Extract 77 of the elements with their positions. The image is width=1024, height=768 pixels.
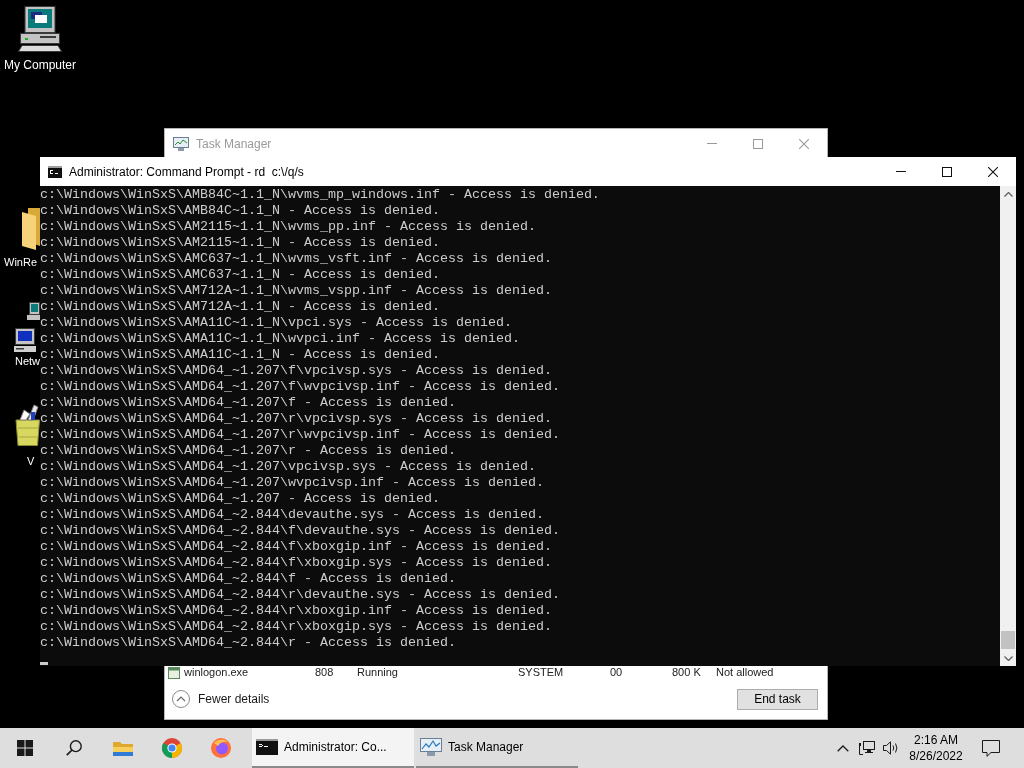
console-line: c:\Windows\WinSxS\AMA11C~1.1_N - Access is denied. — [40, 347, 441, 362]
folder-icon — [112, 740, 133, 756]
table-cell-text: SYSTEM — [518, 666, 565, 679]
monitor-icon — [859, 741, 875, 755]
fewer-details-button[interactable]: Fewer details — [172, 690, 270, 708]
console-line: c:\Windows\WinSxS\AMD64_~1.207\r\vpcivsp.sys - Access is denied. — [40, 411, 553, 427]
table-cell-text: Running — [357, 666, 399, 679]
computer-icon[interactable] — [18, 6, 62, 52]
maximize-icon — [942, 166, 952, 177]
desktop-icon-label[interactable]: WinRe — [4, 255, 37, 270]
console-line: c:\Windows\WinSxS\AMD64_~1.207\f - Access is denied. — [40, 395, 457, 411]
clock-time[interactable]: 2:16 AM — [914, 732, 958, 748]
maximize-icon — [753, 138, 763, 149]
console-line: c:\Windows\WinSxS\AM712A~1.1_N\wvms_vspp.inf - Access is denied. — [40, 283, 553, 299]
window-icon — [168, 666, 180, 679]
terminal-icon — [256, 739, 278, 755]
globe-icon — [210, 738, 231, 758]
console-line: c:\Windows\WinSxS\AMD64_~2.844\f - Access is denied. — [40, 571, 457, 587]
console-line: c:\Windows\WinSxS\AMB84C~1.1_N\wvms_mp_windows.inf - Access is denied. — [40, 187, 601, 203]
table-cell-text: winlogon.exe — [184, 666, 250, 679]
minimize-icon — [707, 143, 717, 144]
minimize-icon — [896, 171, 906, 172]
chevron-up-circle-icon — [172, 690, 190, 708]
taskbar-button[interactable]: Task Manager — [416, 728, 578, 768]
basket-icon[interactable] — [14, 404, 40, 446]
console-line: c:\Windows\WinSxS\AMD64_~1.207\r\wvpcivsp.inf - Access is denied. — [40, 427, 561, 443]
console-line: c:\Windows\WinSxS\AMA11C~1.1_N\vpci.sys - Access is denied. — [40, 315, 513, 331]
table-cell-text: Not allowed — [716, 666, 775, 679]
search-icon — [65, 740, 82, 756]
pinwheel-circle-icon — [161, 738, 182, 758]
taskbar-button[interactable]: Administrator: Co... — [252, 728, 414, 768]
console-line: c:\Windows\WinSxS\AMD64_~2.844\r - Access is denied. — [40, 635, 457, 651]
table-cell-text: 00 — [610, 666, 624, 679]
clock-date[interactable]: 8/26/2022 — [909, 748, 963, 764]
console-line: c:\Windows\WinSxS\AM712A~1.1_N - Access is denied. — [40, 299, 441, 315]
chevron-down-icon — [1003, 655, 1013, 661]
text-cursor-icon — [40, 662, 48, 665]
console-line: c:\Windows\WinSxS\AMB84C~1.1_N - Access is denied. — [40, 203, 441, 219]
desktop-icon-label[interactable]: My Computer — [4, 58, 76, 73]
console-line: c:\Windows\WinSxS\AMD64_~2.844\r\xboxgip.inf - Access is denied. — [40, 603, 553, 619]
console-line: c:\Windows\WinSxS\AM2115~1.1_N\wvms_pp.inf - Access is denied. — [40, 219, 537, 235]
console-line: c:\Windows\WinSxS\AMC637~1.1_N\wvms_vsft.inf - Access is denied. — [40, 251, 553, 267]
speech-bubble-icon — [982, 739, 1000, 757]
window-title: Administrator: Command Prompt - rd c:\/q/s — [69, 164, 304, 179]
close-icon — [988, 166, 998, 177]
chevron-up-icon — [1003, 191, 1013, 197]
computers-icon[interactable] — [14, 302, 40, 352]
chevron-up-icon — [836, 744, 849, 752]
console-line: c:\Windows\WinSxS\AMD64_~2.844\r\xboxgip.sys - Access is denied. — [40, 619, 553, 635]
four-panes-icon — [16, 740, 33, 756]
table-cell-text: 808 — [315, 666, 335, 679]
folder-icon[interactable] — [22, 208, 40, 250]
desktop-icon-label[interactable]: V — [14, 454, 35, 469]
console-line: c:\Windows\WinSxS\AMD64_~1.207 - Access is denied. — [40, 491, 441, 507]
chart-monitor-icon — [420, 738, 442, 756]
end-task-button[interactable]: End task — [737, 688, 818, 710]
console-line: c:\Windows\WinSxS\AMD64_~2.844\f\devauthe.sys - Access is denied. — [40, 523, 561, 539]
window-title: Task Manager — [196, 136, 272, 151]
console-line: c:\Windows\WinSxS\AMD64_~1.207\f\vpcivsp.sys - Access is denied. — [40, 363, 553, 379]
console-line: c:\Windows\WinSxS\AMD64_~2.844\f\xboxgip.inf - Access is denied. — [40, 539, 553, 555]
terminal-icon — [48, 165, 62, 178]
console-line: c:\Windows\WinSxS\AM2115~1.1_N - Access is denied. — [40, 235, 441, 251]
table-cell-text: 800 K — [672, 666, 702, 679]
console-line: c:\Windows\WinSxS\AMD64_~2.844\r\devauthe.sys - Access is denied. — [40, 587, 561, 603]
desktop-icon-label[interactable]: Netw — [14, 354, 41, 369]
console-line: c:\Windows\WinSxS\AMD64_~1.207\wvpcivsp.inf - Access is denied. — [40, 475, 545, 491]
close-icon — [799, 138, 809, 149]
console-line: c:\Windows\WinSxS\AMD64_~1.207\vpcivsp.sys - Access is denied. — [40, 459, 537, 475]
console-line: c:\Windows\WinSxS\AMC637~1.1_N - Access is denied. — [40, 267, 441, 283]
console-line: c:\Windows\WinSxS\AMD64_~1.207\r - Access is denied. — [40, 443, 457, 459]
speaker-icon — [883, 741, 899, 755]
console-line: c:\Windows\WinSxS\AMD64_~2.844\f\xboxgip.sys - Access is denied. — [40, 555, 553, 571]
chart-monitor-icon — [173, 136, 189, 151]
console-line: c:\Windows\WinSxS\AMA11C~1.1_N\wvpci.inf - Access is denied. — [40, 331, 521, 347]
scrollbar-thumb[interactable] — [1001, 631, 1015, 649]
console-line: c:\Windows\WinSxS\AMD64_~2.844\devauthe.sys - Access is denied. — [40, 507, 545, 523]
console-line: c:\Windows\WinSxS\AMD64_~1.207\f\wvpcivsp.inf - Access is denied. — [40, 379, 561, 395]
